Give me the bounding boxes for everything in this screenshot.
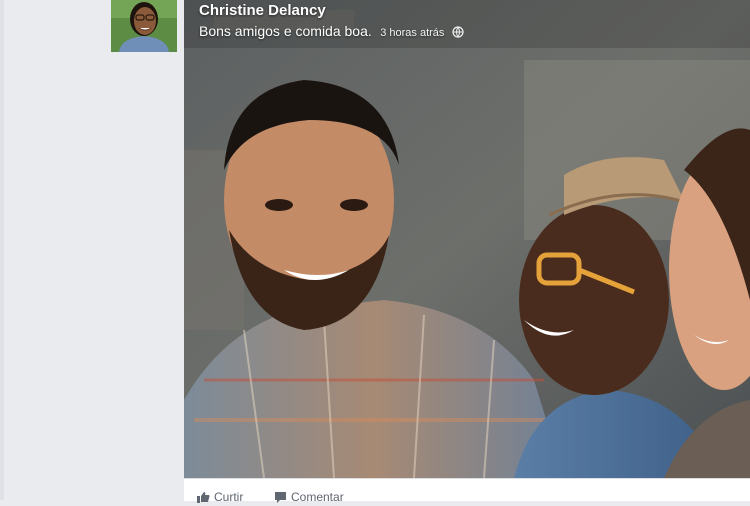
post-action-bar: Curtir Comentar: [184, 478, 750, 504]
post-header: Christine Delancy Bons amigos e comida b…: [199, 0, 739, 44]
thumbs-up-icon: [196, 491, 210, 506]
post-timestamp[interactable]: 3 horas atrás: [380, 27, 444, 39]
post-photo[interactable]: [184, 0, 750, 478]
left-column: [4, 0, 184, 500]
author-name[interactable]: Christine Delancy: [199, 2, 326, 19]
comment-button[interactable]: Comentar: [274, 490, 344, 506]
post-text-line: Bons amigos e comida boa. 3 horas atrás: [199, 23, 464, 43]
post-text: Bons amigos e comida boa.: [199, 23, 372, 39]
like-button[interactable]: Curtir: [196, 490, 243, 506]
comment-icon: [274, 491, 287, 506]
comment-label: Comentar: [291, 490, 344, 504]
like-label: Curtir: [214, 490, 244, 504]
avatar[interactable]: [111, 0, 177, 52]
globe-icon[interactable]: [452, 25, 464, 43]
